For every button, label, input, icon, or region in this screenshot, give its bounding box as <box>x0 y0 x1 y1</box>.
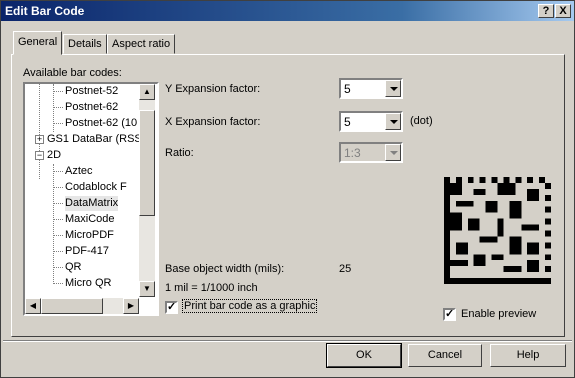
tree-item-gs1-databar[interactable]: GS1 DataBar (RSS <box>47 132 142 147</box>
ok-button[interactable]: OK <box>326 343 402 368</box>
tree-vertical-scrollbar[interactable]: ▲ ▼ <box>139 84 155 297</box>
scroll-down-icon[interactable]: ▼ <box>139 281 155 297</box>
tree-item-micro-qr[interactable]: Micro QR <box>65 276 111 291</box>
y-expansion-label: Y Expansion factor: <box>165 83 261 95</box>
chevron-down-icon[interactable] <box>385 80 401 97</box>
title-bar: Edit Bar Code ? X <box>1 1 574 21</box>
base-object-width-label: Base object width (mils): <box>165 263 285 275</box>
tree-item-postnet-62[interactable]: Postnet-62 <box>65 100 118 115</box>
edit-bar-code-dialog: Edit Bar Code ? X General Details Aspect… <box>0 0 575 378</box>
tree-horizontal-scrollbar[interactable]: ◀ ▶ <box>25 298 139 314</box>
print-graphic-checkbox[interactable]: ✓ <box>165 301 178 314</box>
tree-line <box>39 84 40 179</box>
tree-line <box>53 235 63 236</box>
tab-details[interactable]: Details <box>63 34 107 54</box>
collapse-icon[interactable]: − <box>35 151 44 160</box>
base-object-width-value: 25 <box>339 263 352 275</box>
datamatrix-preview <box>444 177 551 284</box>
tree-item-postnet-62-10[interactable]: Postnet-62 (10 <box>65 116 137 131</box>
y-expansion-value: 5 <box>344 82 351 96</box>
print-graphic-label[interactable]: Print bar code as a graphic <box>181 299 318 313</box>
separator <box>3 340 572 342</box>
x-expansion-label: X Expansion factor: <box>165 116 261 128</box>
x-expansion-select[interactable]: 5 <box>339 111 403 132</box>
available-bar-codes-label: Available bar codes: <box>23 67 122 79</box>
tree-line <box>53 267 63 268</box>
tree-item-pdf-417[interactable]: PDF-417 <box>65 244 109 259</box>
tree-item-2d[interactable]: 2D <box>47 148 61 163</box>
expand-icon[interactable]: + <box>35 135 44 144</box>
tree-item-micropdf[interactable]: MicroPDF <box>65 228 114 243</box>
tree-line <box>53 187 63 188</box>
mil-note: 1 mil = 1/1000 inch <box>165 282 258 294</box>
tree-line <box>53 219 63 220</box>
tree-item-maxicode[interactable]: MaxiCode <box>65 212 115 227</box>
enable-preview-checkbox[interactable]: ✓ <box>443 308 456 321</box>
window-title: Edit Bar Code <box>5 4 85 18</box>
ratio-select[interactable]: 1:3 <box>339 142 403 163</box>
context-help-button[interactable]: ? <box>538 4 554 18</box>
chevron-down-icon[interactable] <box>385 113 401 130</box>
tree-line <box>53 203 63 204</box>
scroll-thumb-horizontal[interactable] <box>41 298 103 314</box>
tab-general[interactable]: General <box>13 31 63 55</box>
scroll-up-icon[interactable]: ▲ <box>139 84 155 100</box>
tree-line <box>53 171 63 172</box>
ratio-label: Ratio: <box>165 147 194 159</box>
tree-item-qr[interactable]: QR <box>65 260 82 275</box>
y-expansion-select[interactable]: 5 <box>339 78 403 99</box>
tab-aspect-ratio-label: Aspect ratio <box>112 38 171 50</box>
tree-item-datamatrix[interactable]: DataMatrix <box>65 196 119 211</box>
tree-line <box>53 123 63 124</box>
tree-item-aztec[interactable]: Aztec <box>65 164 93 179</box>
tree-item-codablock-f[interactable]: Codablock F <box>65 180 127 195</box>
chevron-down-icon <box>385 144 401 161</box>
x-expansion-unit: (dot) <box>410 115 433 127</box>
close-button[interactable]: X <box>555 4 571 18</box>
tree-line <box>53 91 63 92</box>
x-expansion-value: 5 <box>344 115 351 129</box>
tab-aspect-ratio[interactable]: Aspect ratio <box>107 34 176 54</box>
tree-line <box>53 251 63 252</box>
tree-item-postnet-52[interactable]: Postnet-52 <box>65 84 118 99</box>
scroll-right-icon[interactable]: ▶ <box>123 298 139 314</box>
cancel-button[interactable]: Cancel <box>408 344 482 367</box>
tree-line <box>53 283 63 284</box>
tab-details-label: Details <box>68 38 102 50</box>
scroll-thumb[interactable] <box>139 110 155 216</box>
help-button[interactable]: Help <box>490 344 566 367</box>
tree-line <box>53 107 63 108</box>
tree-line <box>53 164 54 284</box>
scroll-left-icon[interactable]: ◀ <box>25 298 41 314</box>
enable-preview-label[interactable]: Enable preview <box>461 308 536 320</box>
ratio-value: 1:3 <box>344 146 361 160</box>
tab-general-label: General <box>18 36 58 48</box>
